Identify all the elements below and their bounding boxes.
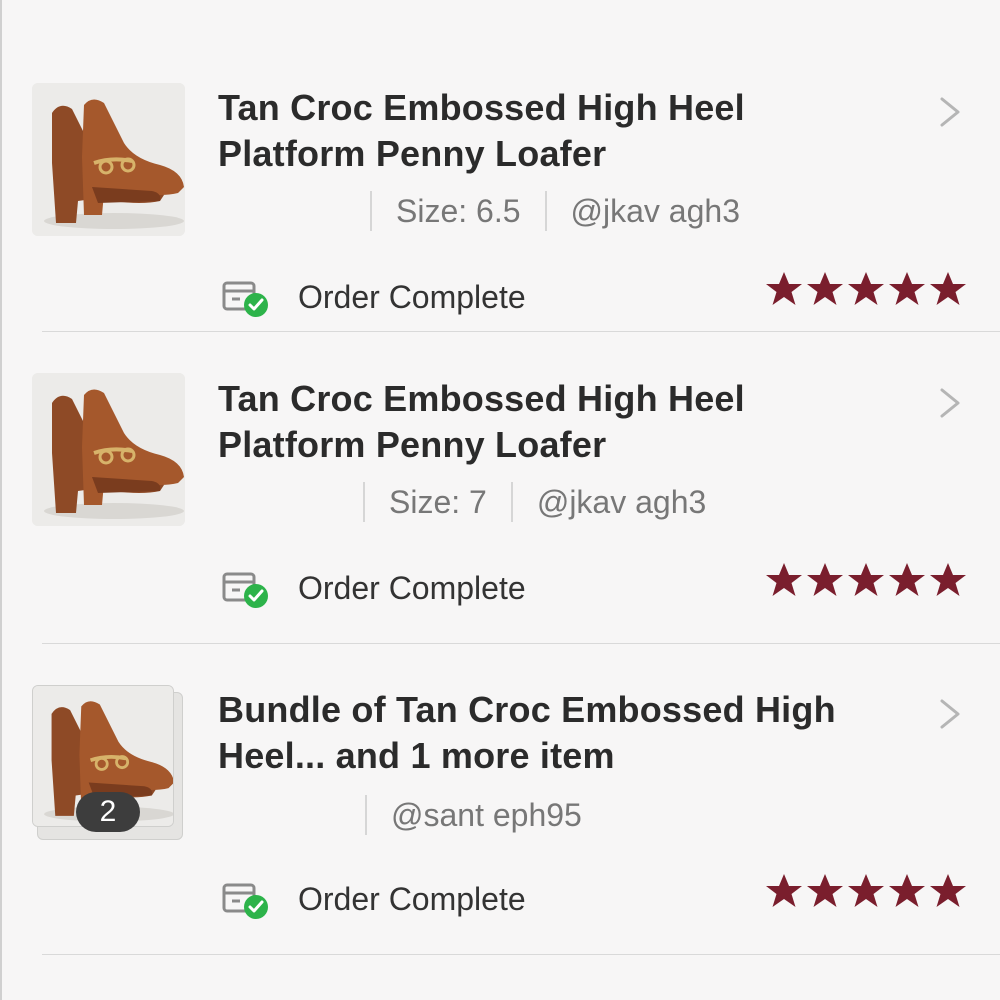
status-text: Order Complete bbox=[298, 569, 526, 606]
star-icon bbox=[807, 272, 843, 305]
order-meta: Size: 6.5 @jkav agh3 bbox=[370, 191, 740, 231]
product-title[interactable]: Tan Croc Embossed High Heel Platform Pen… bbox=[218, 376, 868, 468]
star-icon bbox=[807, 563, 843, 596]
package-check-icon bbox=[222, 572, 268, 608]
meta-separator bbox=[544, 191, 547, 231]
star-icon bbox=[889, 563, 925, 596]
meta-separator bbox=[510, 482, 513, 522]
row-divider bbox=[42, 954, 1000, 955]
product-thumbnail[interactable] bbox=[32, 83, 185, 236]
star-icon bbox=[930, 563, 966, 596]
chevron-right-icon[interactable] bbox=[936, 97, 964, 127]
meta-separator bbox=[363, 482, 365, 522]
shoe-image bbox=[32, 83, 185, 236]
product-title[interactable]: Tan Croc Embossed High Heel Platform Pen… bbox=[218, 85, 868, 177]
rating-stars bbox=[764, 561, 969, 599]
size-label: Size: 6.5 bbox=[396, 192, 521, 229]
star-icon bbox=[930, 272, 966, 305]
star-icon bbox=[889, 874, 925, 907]
bundle-count-badge: 2 bbox=[76, 792, 140, 832]
seller-username[interactable]: @sant eph95 bbox=[391, 797, 582, 834]
rating-stars bbox=[764, 270, 969, 308]
order-row[interactable]: Tan Croc Embossed High Heel Platform Pen… bbox=[0, 21, 1000, 332]
order-row[interactable]: Tan Croc Embossed High Heel Platform Pen… bbox=[0, 333, 1000, 644]
status-text: Order Complete bbox=[298, 880, 526, 917]
chevron-right-icon[interactable] bbox=[936, 388, 964, 418]
package-check-icon bbox=[222, 281, 268, 317]
order-status: Order Complete bbox=[222, 877, 526, 921]
order-status: Order Complete bbox=[222, 275, 526, 319]
seller-username[interactable]: @jkav agh3 bbox=[571, 193, 740, 230]
product-title[interactable]: Bundle of Tan Croc Embossed High Heel...… bbox=[218, 687, 868, 779]
chevron-right-icon[interactable] bbox=[936, 699, 964, 729]
status-text: Order Complete bbox=[298, 278, 526, 315]
product-thumbnail[interactable] bbox=[32, 373, 185, 526]
star-icon bbox=[766, 272, 802, 305]
order-meta: Size: 7 @jkav agh3 bbox=[363, 482, 706, 522]
rating-stars bbox=[764, 872, 969, 910]
order-row-bundle[interactable]: 2 Bundle of Tan Croc Embossed High Heel.… bbox=[0, 644, 1000, 955]
star-icon bbox=[848, 563, 884, 596]
star-icon bbox=[889, 272, 925, 305]
star-icon bbox=[848, 272, 884, 305]
shoe-image bbox=[32, 373, 185, 526]
seller-username[interactable]: @jkav agh3 bbox=[537, 484, 706, 521]
meta-separator bbox=[370, 191, 372, 231]
meta-separator bbox=[365, 795, 367, 835]
star-icon bbox=[848, 874, 884, 907]
orders-screen: Tan Croc Embossed High Heel Platform Pen… bbox=[0, 0, 1000, 1000]
star-icon bbox=[766, 563, 802, 596]
star-icon bbox=[766, 874, 802, 907]
star-icon bbox=[807, 874, 843, 907]
size-label: Size: 7 bbox=[389, 483, 487, 520]
row-divider bbox=[42, 331, 1000, 332]
package-check-icon bbox=[222, 883, 268, 919]
order-meta: @sant eph95 bbox=[365, 795, 582, 835]
star-icon bbox=[930, 874, 966, 907]
order-status: Order Complete bbox=[222, 566, 526, 610]
